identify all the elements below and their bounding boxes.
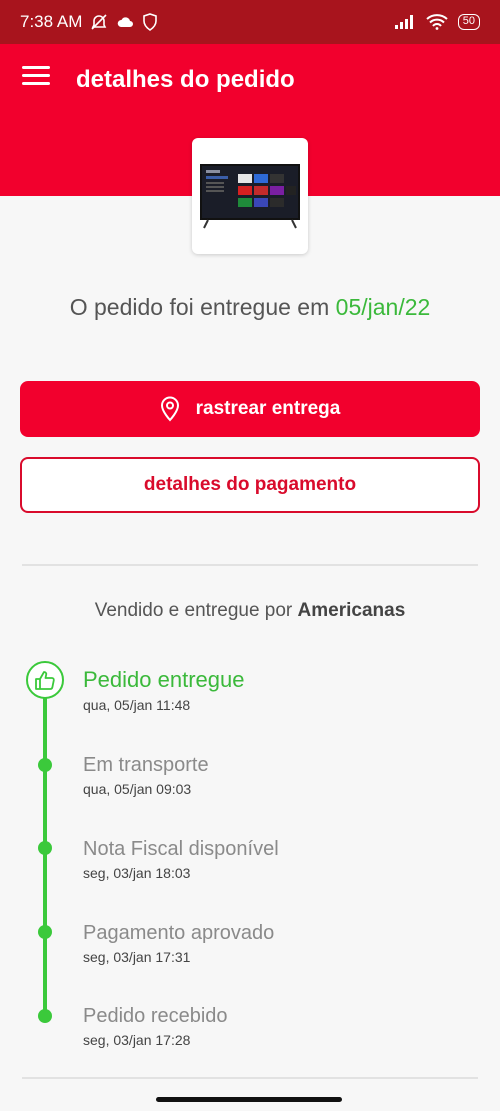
page-title: detalhes do pedido [76, 66, 295, 93]
timeline-current-marker [26, 661, 64, 699]
seller-prefix: Vendido e entregue por [94, 600, 298, 621]
wifi-icon [426, 14, 448, 30]
timeline-step-time: seg, 03/jan 17:28 [83, 1032, 191, 1048]
status-time: 7:38 AM [20, 12, 83, 31]
payment-details-button[interactable]: detalhes do pagamento [20, 457, 480, 513]
delivery-message: O pedido foi entregue em 05/jan/22 [0, 294, 500, 321]
muted-alarm-icon [91, 14, 107, 30]
timeline-step-title: Pedido recebido [83, 1005, 228, 1027]
timeline-dot [38, 841, 52, 855]
battery-indicator: 50 [457, 14, 480, 30]
timeline-step-time: qua, 05/jan 11:48 [83, 697, 191, 713]
seller-info: Vendido e entregue por Americanas [0, 600, 500, 622]
seller-name: Americanas [297, 600, 406, 621]
home-indicator[interactable] [156, 1097, 342, 1102]
delivery-date: 05/jan/22 [335, 294, 431, 320]
timeline-step-time: seg, 03/jan 17:31 [83, 949, 191, 965]
track-delivery-button[interactable]: rastrear entrega [20, 381, 480, 437]
status-right-icons: 50 [394, 14, 480, 30]
timeline-step-time: qua, 05/jan 09:03 [83, 781, 192, 797]
timeline-step-title: Pagamento aprovado [83, 922, 275, 944]
status-bar: 7:38 AM 50 [0, 0, 500, 44]
payment-details-label: detalhes do pagamento [143, 474, 357, 495]
tv-product-image [200, 164, 300, 229]
signal-icon [394, 15, 413, 29]
cloud-icon [118, 17, 134, 27]
timeline-step-time: seg, 03/jan 18:03 [83, 865, 191, 881]
track-delivery-label: rastrear entrega [195, 398, 341, 419]
timeline-step-title: Pedido entregue [83, 667, 245, 692]
timeline-dot [38, 758, 52, 772]
delivery-message-text: O pedido foi entregue em [69, 294, 336, 320]
divider [22, 564, 478, 566]
thumbs-up-icon [35, 671, 55, 690]
location-pin-icon [160, 396, 179, 422]
timeline-dot [38, 1009, 52, 1023]
menu-button[interactable] [22, 66, 50, 90]
divider [22, 1077, 478, 1079]
shield-icon [143, 13, 158, 31]
product-image-card[interactable] [192, 138, 308, 254]
status-left-icons [90, 13, 158, 31]
timeline-line [43, 694, 47, 1016]
timeline-dot [38, 925, 52, 939]
timeline-step-title: Em transporte [83, 754, 209, 776]
timeline-step-title: Nota Fiscal disponível [83, 838, 279, 860]
